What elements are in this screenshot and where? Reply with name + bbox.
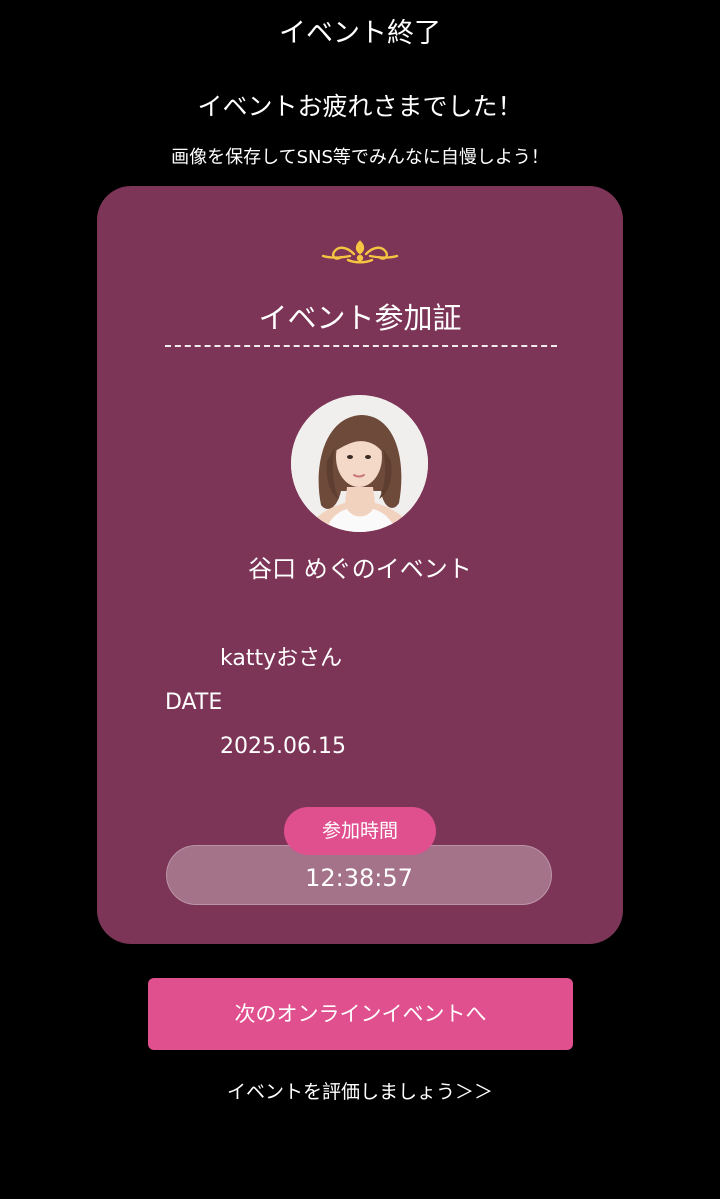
date-label: DATE — [165, 690, 223, 715]
ornament-icon — [321, 240, 399, 264]
participant-name: kattyおさん — [220, 646, 343, 671]
participation-certificate-card: イベント参加証 谷口 めぐのイベント kattyおさん DATE 2025.06… — [97, 186, 623, 944]
page-title: イベント終了 — [279, 18, 441, 49]
next-online-event-button[interactable]: 次のオンラインイベントへ — [148, 978, 573, 1050]
share-note: 画像を保存してSNS等でみんなに自慢しよう！ — [171, 147, 549, 168]
thanks-message: イベントお疲れさまでした！ — [197, 92, 523, 121]
participation-time-badge: 参加時間 — [284, 807, 436, 855]
certificate-title: イベント参加証 — [258, 301, 462, 335]
rate-event-link[interactable]: イベントを評価しましょう＞＞ — [0, 1075, 720, 1109]
host-avatar — [291, 395, 428, 532]
date-value: 2025.06.15 — [220, 734, 346, 759]
host-event-name: 谷口 めぐのイベント — [248, 555, 472, 583]
participation-time-value: 12:38:57 — [305, 864, 413, 892]
dashed-divider — [165, 345, 557, 347]
